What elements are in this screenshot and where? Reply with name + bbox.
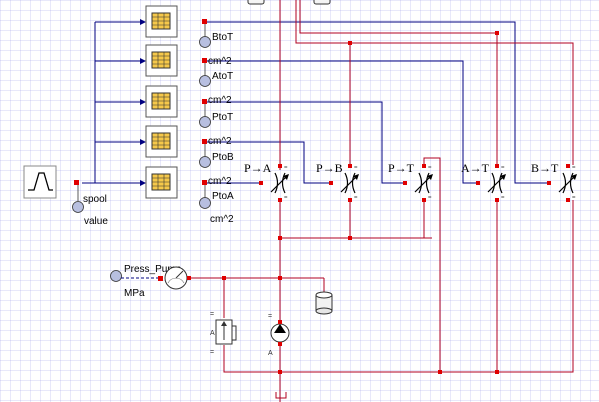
press-pump-sensor[interactable] bbox=[110, 270, 122, 282]
top-offscreen-components bbox=[247, 0, 331, 5]
table-unit-btot: cm^2 bbox=[208, 56, 232, 67]
area-table-ptob[interactable] bbox=[145, 125, 211, 168]
table-unit-ptob: cm^2 bbox=[208, 176, 232, 187]
svg-text:=: = bbox=[284, 195, 288, 201]
area-sensor[interactable] bbox=[199, 197, 211, 209]
svg-text:=: = bbox=[284, 165, 288, 171]
svg-text:=: = bbox=[428, 195, 432, 201]
spool-source-block[interactable] bbox=[23, 165, 57, 199]
spool-label: spool bbox=[83, 194, 107, 205]
hydraulic-diagram: spool value BtoT cm^2 AtoT cm^2 PtoT cm^… bbox=[23, 0, 577, 402]
valve-label-p-t: P→T bbox=[388, 161, 415, 175]
spool-value-sensor[interactable] bbox=[72, 201, 84, 213]
valve-label-a-t: A→T bbox=[461, 161, 490, 175]
relief-valve[interactable]: A = = bbox=[210, 311, 237, 356]
area-table-ptoa[interactable] bbox=[145, 166, 211, 209]
gauge-signal-port bbox=[158, 276, 163, 281]
svg-text:=: = bbox=[572, 195, 576, 201]
pump-icon[interactable]: A = bbox=[268, 313, 290, 357]
svg-text:=: = bbox=[354, 165, 358, 171]
svg-text:=: = bbox=[428, 165, 432, 171]
table-label-ptoa: PtoA bbox=[212, 191, 234, 202]
table-label-ptot: PtoT bbox=[212, 112, 233, 123]
area-sensor[interactable] bbox=[199, 75, 211, 87]
diagram-canvas: spool value BtoT cm^2 AtoT cm^2 PtoT cm^… bbox=[0, 0, 599, 402]
svg-text:=: = bbox=[210, 349, 214, 356]
valve-label-b-t: B→T bbox=[531, 161, 559, 175]
svg-text:=: = bbox=[572, 165, 576, 171]
table-label-atot: AtoT bbox=[212, 71, 233, 82]
pressure-gauge[interactable] bbox=[164, 266, 188, 290]
table-unit-ptot: cm^2 bbox=[208, 136, 232, 147]
svg-text:=: = bbox=[210, 311, 214, 318]
area-table-ptot[interactable] bbox=[145, 85, 211, 128]
area-table-atot[interactable] bbox=[145, 44, 211, 87]
svg-text:A: A bbox=[268, 350, 273, 357]
valve-label-p-b: P→B bbox=[316, 161, 343, 175]
area-sensor[interactable] bbox=[199, 156, 211, 168]
valve-label-p-a: P→A bbox=[244, 161, 272, 175]
area-tables bbox=[145, 5, 211, 209]
table-unit-ptoa: cm^2 bbox=[210, 214, 234, 225]
signal-arrows bbox=[140, 19, 146, 186]
spool-output-port bbox=[74, 180, 79, 185]
area-sensor[interactable] bbox=[199, 36, 211, 48]
tank-icon[interactable] bbox=[315, 291, 333, 315]
svg-text:A: A bbox=[210, 330, 215, 337]
svg-text:=: = bbox=[354, 195, 358, 201]
area-sensor[interactable] bbox=[199, 116, 211, 128]
table-label-btot: BtoT bbox=[212, 32, 233, 43]
table-unit-atot: cm^2 bbox=[208, 95, 232, 106]
junction-dots bbox=[222, 31, 499, 374]
valve-labels: P→A P→B P→T A→T B→T bbox=[244, 161, 559, 175]
area-table-labels: BtoT cm^2 AtoT cm^2 PtoT cm^2 PtoB cm^2 … bbox=[208, 32, 234, 225]
svg-text:=: = bbox=[501, 195, 505, 201]
press-pump-unit: MPa bbox=[124, 288, 145, 299]
svg-text:=: = bbox=[501, 165, 505, 171]
area-table-btot[interactable] bbox=[145, 5, 211, 48]
table-label-ptob: PtoB bbox=[212, 152, 234, 163]
value-label: value bbox=[84, 216, 108, 227]
hydraulic-lines bbox=[190, 0, 574, 402]
svg-text:=: = bbox=[268, 313, 272, 320]
